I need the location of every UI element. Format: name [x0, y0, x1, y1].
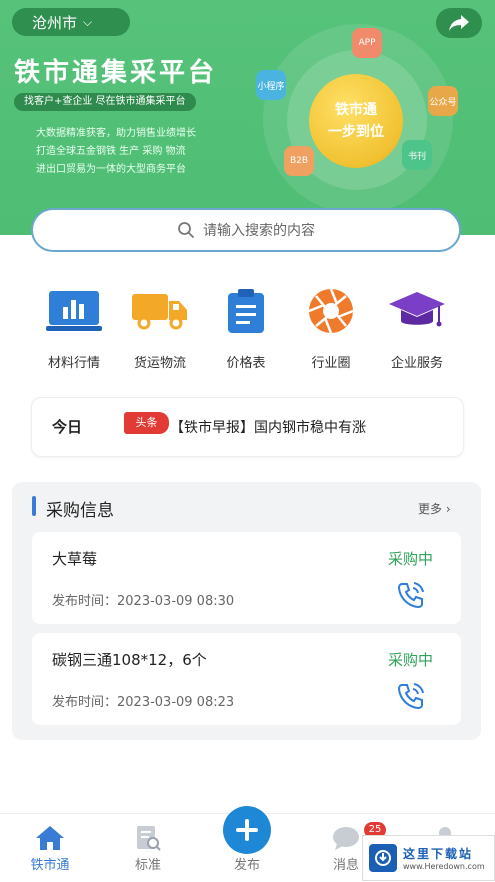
banner-desc-2: 打造全球五金钢铁 生产 采购 物流 [36, 146, 186, 157]
feature-enterprise-service[interactable]: 企业服务 [371, 286, 463, 371]
clipboard-icon [228, 289, 264, 333]
share-icon [449, 15, 469, 31]
feature-label: 企业服务 [390, 356, 443, 371]
publish-button[interactable] [223, 806, 271, 854]
tab-publish[interactable]: 发布 [212, 854, 282, 873]
aperture-icon [308, 288, 354, 334]
orbit-b2b: B2B [284, 146, 314, 176]
hub-line-1: 铁市通 [335, 102, 377, 118]
banner-tagline: 找客户+查企业 尽在铁市通集采平台 [14, 93, 196, 111]
feature-material-market[interactable]: 材料行情 [28, 286, 120, 371]
watermark-title: 这里下载站 [403, 847, 474, 861]
section-title: 采购信息 [46, 501, 114, 521]
feature-label: 价格表 [226, 356, 266, 371]
chart-board-icon [46, 291, 102, 331]
section-accent-bar [32, 496, 36, 516]
feature-grid: 材料行情 货运物流 价格表 行业圈 企业服务 [0, 286, 495, 376]
banner-hub: 铁市通 一步到位 [309, 74, 403, 168]
banner-title: 铁市通集采平台 [14, 58, 218, 88]
city-label: 沧州市 [32, 13, 78, 32]
call-button[interactable] [396, 681, 426, 715]
home-icon [36, 826, 64, 850]
tab-label: 发布 [233, 858, 260, 873]
chevron-right-icon: › [445, 502, 451, 516]
banner-desc-3: 进出口贸易为一体的大型商务平台 [36, 164, 186, 175]
feature-label: 行业圈 [311, 356, 351, 371]
tab-home[interactable]: 铁市通 [15, 822, 85, 873]
search-bar[interactable]: 请输入搜索的内容 [31, 208, 461, 252]
orbit-app: APP [352, 28, 382, 58]
purchase-time: 发布时间：2023-03-09 08:30 [52, 594, 235, 609]
document-search-icon [137, 826, 161, 851]
purchase-item-name: 碳钢三通108*12，6个 [52, 651, 207, 669]
feature-label: 材料行情 [47, 356, 100, 371]
purchase-card[interactable]: 大草莓 采购中 发布时间：2023-03-09 08:30 [32, 532, 461, 624]
feature-freight-logistics[interactable]: 货运物流 [114, 286, 206, 371]
purchase-card[interactable]: 碳钢三通108*12，6个 采购中 发布时间：2023-03-09 08:23 [32, 633, 461, 725]
phone-icon [397, 683, 424, 710]
plus-icon [236, 819, 258, 841]
tab-label: 铁市通 [30, 858, 70, 873]
purchase-item-name: 大草莓 [52, 550, 98, 568]
more-label: 更多 [418, 502, 443, 516]
city-selector[interactable]: 沧州市 ⌵ [12, 8, 130, 36]
purchase-section: 采购信息 更多 › 大草莓 采购中 发布时间：2023-03-09 08:30 … [12, 482, 481, 740]
banner-desc-1: 大数据精准获客，助力销售业绩增长 [36, 128, 196, 139]
orbit-miniprogram: 小程序 [256, 70, 286, 100]
search-placeholder: 请输入搜索的内容 [203, 223, 315, 239]
download-logo-icon [375, 850, 391, 866]
tab-standards[interactable]: 标准 [113, 822, 183, 873]
feature-industry-circle[interactable]: 行业圈 [285, 286, 377, 371]
tab-label: 标准 [134, 858, 161, 873]
headline-text[interactable]: 【铁市早报】国内钢市稳中有涨 [170, 417, 366, 437]
promo-banner[interactable]: 沧州市 ⌵ 铁市通集采平台 找客户+查企业 尽在铁市通集采平台 大数据精准获客，… [0, 0, 495, 235]
orbit-journal: 书刊 [402, 140, 432, 170]
purchase-status: 采购中 [388, 550, 434, 568]
site-watermark: 这里下载站 www.Heredown.com [362, 835, 495, 881]
truck-icon [132, 294, 187, 330]
phone-icon [397, 582, 424, 609]
graduation-cap-icon [389, 292, 445, 327]
share-button[interactable] [436, 8, 482, 38]
orbit-official-account: 公众号 [428, 86, 458, 116]
chevron-down-icon: ⌵ [83, 14, 93, 29]
call-button[interactable] [396, 580, 426, 614]
today-label: 今日 [52, 418, 83, 436]
feature-label: 货运物流 [133, 356, 186, 371]
chat-icon [333, 827, 359, 850]
purchase-time: 发布时间：2023-03-09 08:23 [52, 695, 235, 710]
more-link[interactable]: 更多 › [418, 500, 451, 517]
search-icon [178, 222, 194, 238]
purchase-status: 采购中 [388, 651, 434, 669]
watermark-logo [369, 844, 397, 872]
hub-line-2: 一步到位 [328, 124, 384, 140]
watermark-url: www.Heredown.com [403, 862, 485, 871]
headline-badge: 头条 [124, 412, 169, 434]
feature-price-list[interactable]: 价格表 [200, 286, 292, 371]
headline-news[interactable]: 今日 头条 【铁市早报】国内钢市稳中有涨 [31, 397, 464, 457]
